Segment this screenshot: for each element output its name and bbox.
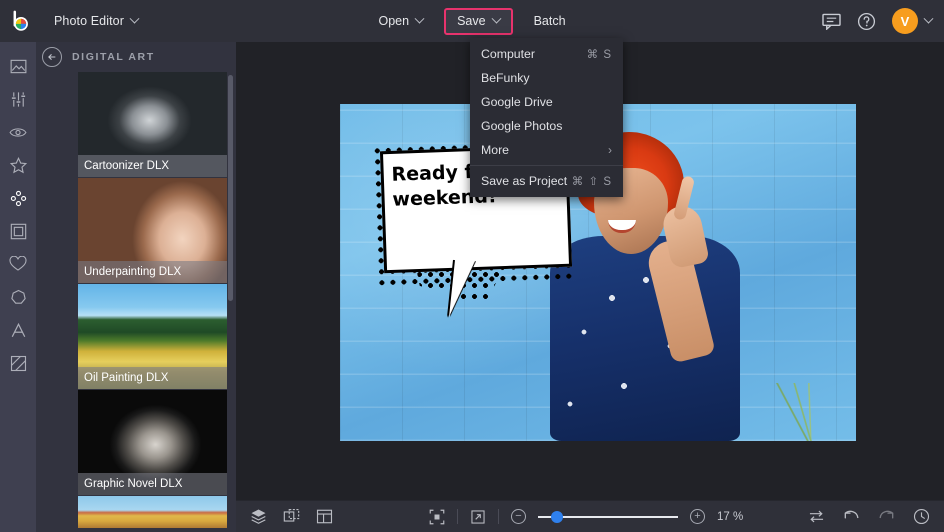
batch-button[interactable]: Batch (521, 8, 579, 35)
menu-item-label: Computer (481, 47, 587, 61)
sidebar-item-image[interactable] (4, 54, 32, 78)
help-icon[interactable] (857, 12, 876, 31)
sidebar-item-artsy[interactable] (4, 186, 32, 210)
zoom-slider-knob[interactable] (551, 511, 563, 523)
chevron-down-icon (130, 13, 140, 23)
menu-item-shortcut: ⌘ ⇧ S (572, 174, 612, 188)
menu-divider (470, 165, 623, 166)
chat-icon[interactable] (822, 13, 841, 30)
tool-rail (0, 42, 36, 532)
compare-icon[interactable] (808, 509, 825, 524)
sidebar-item-overlays[interactable] (4, 252, 32, 276)
sidebar-item-text[interactable] (4, 318, 32, 342)
bottom-toolbar: − + 17 % (236, 500, 944, 532)
sidebar-item-effects[interactable] (4, 153, 32, 177)
eye-icon (9, 125, 27, 140)
menu-item-computer[interactable]: Computer ⌘ S (470, 42, 623, 66)
batch-button-label: Batch (534, 14, 566, 28)
save-button-label: Save (457, 14, 486, 28)
effects-panel: DIGITAL ART Cartoonizer DLX Underpaintin… (36, 42, 236, 532)
menu-item-shortcut: ⌘ S (587, 47, 612, 61)
chevron-down-icon[interactable] (924, 13, 934, 23)
fullscreen-icon[interactable] (470, 509, 486, 525)
befunky-logo-icon (10, 10, 33, 33)
bottom-right-group (808, 508, 930, 525)
befunky-logo[interactable] (0, 0, 42, 42)
panel-title: DIGITAL ART (72, 51, 155, 63)
save-button[interactable]: Save (444, 8, 513, 35)
thumbnail-art (78, 496, 227, 528)
thumbnail-label: Cartoonizer DLX (78, 155, 227, 177)
sidebar-item-graphics[interactable] (4, 285, 32, 309)
chevron-right-icon: › (608, 143, 612, 157)
menu-item-more[interactable]: More › (470, 138, 623, 162)
save-dropdown-menu: Computer ⌘ S BeFunky Google Drive Google… (470, 38, 623, 197)
menu-item-label: BeFunky (481, 71, 612, 85)
menu-item-label: Save as Project (481, 174, 572, 188)
menu-item-save-as-project[interactable]: Save as Project ⌘ ⇧ S (470, 169, 623, 193)
sidebar-item-frames[interactable] (4, 219, 32, 243)
sidebar-item-textures[interactable] (4, 351, 32, 375)
bottom-left-group (236, 508, 333, 525)
panel-header: DIGITAL ART (36, 42, 236, 72)
thumbnail-label: Underpainting DLX (78, 261, 227, 283)
menu-item-label: Google Drive (481, 95, 612, 109)
menu-item-google-photos[interactable]: Google Photos (470, 114, 623, 138)
open-button-label: Open (378, 14, 409, 28)
layers-icon[interactable] (250, 508, 267, 525)
zoom-level-value: 17 % (717, 511, 751, 523)
app-switcher[interactable]: Photo Editor (44, 8, 147, 34)
frames-icon (10, 223, 27, 240)
fit-to-screen-icon[interactable] (429, 509, 445, 525)
thumbnail-label: Oil Painting DLX (78, 367, 227, 389)
history-icon[interactable] (913, 508, 930, 525)
chevron-down-icon (491, 13, 501, 23)
menu-item-label: Google Photos (481, 119, 612, 133)
back-arrow-icon[interactable] (42, 47, 62, 67)
undo-icon[interactable] (843, 509, 860, 524)
app-root: Photo Editor Open Save Batch (0, 0, 944, 532)
list-item[interactable]: Cartoonizer DLX (78, 72, 227, 177)
toolbar-right-group: V (822, 0, 932, 42)
zoom-in-button[interactable]: + (690, 509, 705, 524)
shape-icon (10, 289, 27, 306)
heart-icon (9, 256, 27, 272)
chevron-down-icon (415, 13, 425, 23)
menu-item-befunky[interactable]: BeFunky (470, 66, 623, 90)
adjust-sliders-icon (10, 91, 27, 108)
avatar[interactable]: V (892, 8, 918, 34)
list-item[interactable]: Oil Painting DLX (78, 284, 227, 389)
list-item[interactable] (78, 496, 227, 528)
sidebar-item-touchup[interactable] (4, 120, 32, 144)
artsy-dots-icon (10, 190, 27, 207)
zoom-out-button[interactable]: − (511, 509, 526, 524)
app-switcher-label: Photo Editor (54, 14, 124, 28)
thumbnail-list: Cartoonizer DLX Underpainting DLX Oil Pa… (36, 72, 236, 528)
sidebar-item-edit[interactable] (4, 87, 32, 111)
photo-grass (768, 383, 838, 441)
transform-icon[interactable] (283, 508, 300, 525)
redo-icon[interactable] (878, 509, 895, 524)
image-icon (10, 58, 27, 75)
panel-scrollbar[interactable] (228, 75, 233, 301)
menu-item-google-drive[interactable]: Google Drive (470, 90, 623, 114)
star-icon (10, 157, 27, 174)
thumbnail-label: Graphic Novel DLX (78, 473, 227, 495)
list-item[interactable]: Graphic Novel DLX (78, 390, 227, 495)
zoom-slider[interactable] (538, 510, 678, 524)
template-icon[interactable] (316, 508, 333, 525)
divider (457, 509, 458, 524)
texture-icon (10, 355, 27, 372)
menu-item-label: More (481, 143, 608, 157)
text-icon (10, 322, 27, 339)
divider (498, 509, 499, 524)
open-button[interactable]: Open (365, 8, 436, 35)
list-item[interactable]: Underpainting DLX (78, 178, 227, 283)
top-toolbar: Photo Editor Open Save Batch (0, 0, 944, 42)
